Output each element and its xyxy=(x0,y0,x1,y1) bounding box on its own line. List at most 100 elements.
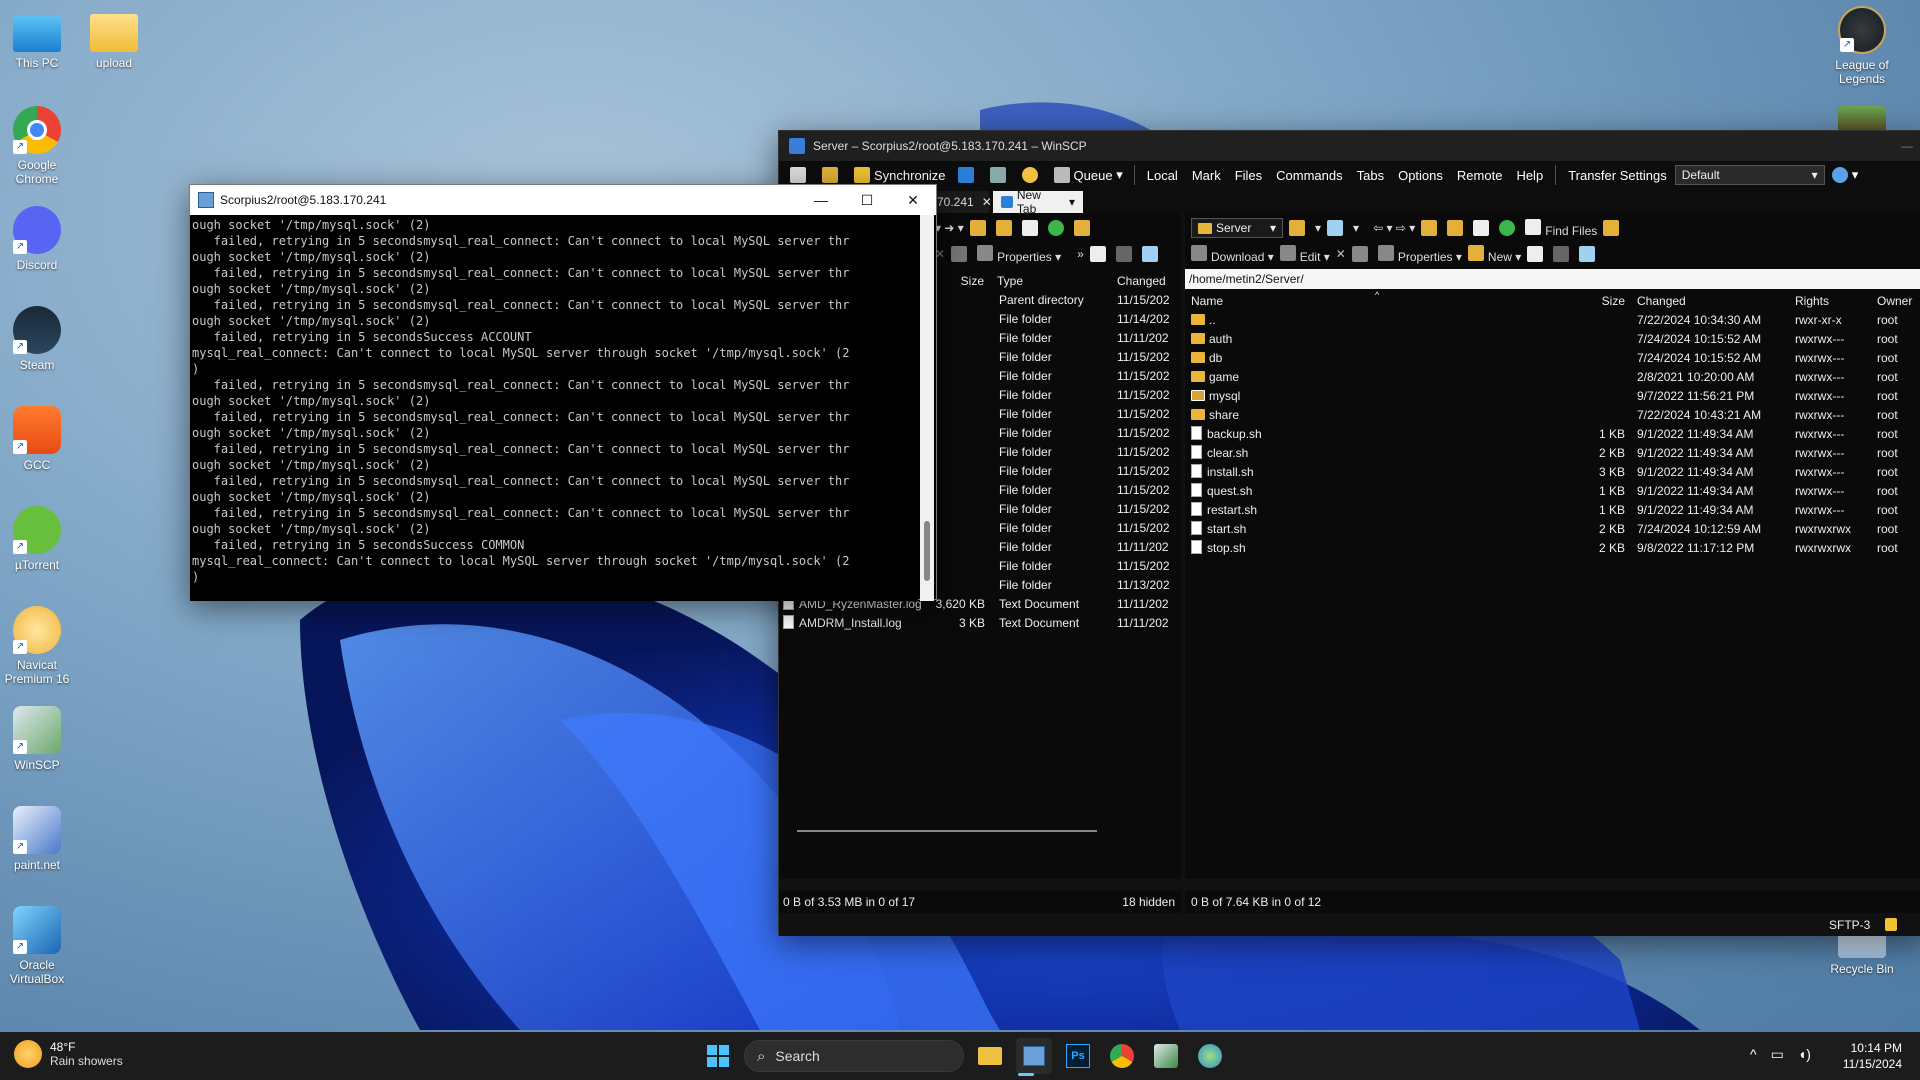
taskbar-file-explorer[interactable] xyxy=(972,1038,1008,1074)
menu-remote[interactable]: Remote xyxy=(1451,168,1509,183)
chevron-up-icon[interactable]: ^ xyxy=(1750,1046,1757,1063)
toolbar-button[interactable] xyxy=(985,164,1015,186)
refresh-icon[interactable] xyxy=(1047,220,1064,236)
queue-button[interactable]: Queue ▾ xyxy=(1049,164,1128,186)
delete-icon[interactable]: ✕ xyxy=(1336,247,1346,261)
menu-tabs[interactable]: Tabs xyxy=(1351,168,1390,183)
minimize-button[interactable]: — xyxy=(798,192,844,209)
desktop-icon-upload[interactable]: upload xyxy=(74,10,154,70)
remote-file-row[interactable]: start.sh 2 KB 7/24/2024 10:12:59 AM rwxrwxr… xyxy=(1185,520,1920,539)
remote-file-row[interactable]: stop.sh 2 KB 9/8/2022 11:17:12 PM rwxrwxrwx… xyxy=(1185,539,1920,558)
remote-properties-button[interactable]: Properties ▾ xyxy=(1377,244,1462,264)
refresh-icon[interactable] xyxy=(1499,220,1516,236)
remote-file-row[interactable]: install.sh 3 KB 9/1/2022 11:49:34 AM rwxrwx… xyxy=(1185,463,1920,482)
filter-icon[interactable] xyxy=(1327,220,1344,236)
tree-icon[interactable] xyxy=(1073,220,1090,236)
desktop-icon-gcc[interactable]: ↗ GCC xyxy=(0,406,77,472)
remote-file-row[interactable]: auth 7/24/2024 10:15:52 AM rwxrwx--- root xyxy=(1185,330,1920,349)
menu-files[interactable]: Files xyxy=(1229,168,1268,183)
remote-file-row[interactable]: clear.sh 2 KB 9/1/2022 11:49:34 AM rwxrwx--… xyxy=(1185,444,1920,463)
new-button[interactable]: New ▾ xyxy=(1467,244,1521,264)
col-owner[interactable]: Owner xyxy=(1877,291,1912,311)
select-icon[interactable] xyxy=(1553,246,1570,262)
lock-icon[interactable] xyxy=(1885,918,1897,931)
terminal-scrollbar[interactable] xyxy=(920,215,934,601)
col-changed[interactable]: Changed xyxy=(1637,291,1686,311)
root-dir-icon[interactable] xyxy=(1447,220,1464,236)
desktop-icon-utorrent[interactable]: ↗ µTorrent xyxy=(0,506,77,572)
taskbar-photoshop[interactable]: Ps xyxy=(1060,1038,1096,1074)
rename-icon[interactable] xyxy=(951,246,968,262)
taskbar-chrome[interactable] xyxy=(1104,1038,1140,1074)
edit-button[interactable]: Edit ▾ xyxy=(1279,244,1330,264)
transfer-settings-select[interactable]: Default ▾ xyxy=(1674,165,1825,185)
remote-file-row[interactable]: quest.sh 1 KB 9/1/2022 11:49:34 AM rwxrwx--… xyxy=(1185,482,1920,501)
tab-session[interactable]: 70.241 ✕ xyxy=(929,191,992,213)
back-icon[interactable]: ▾ ➜ ▾ xyxy=(935,221,964,235)
desktop-icon-this-pc[interactable]: This PC xyxy=(0,10,77,70)
tree-icon[interactable] xyxy=(1603,220,1620,236)
root-dir-icon[interactable] xyxy=(995,220,1012,236)
desktop-icon-steam[interactable]: ↗ Steam xyxy=(0,306,77,372)
winscp-titlebar[interactable]: Server – Scorpius2/root@5.183.170.241 – … xyxy=(779,131,1920,161)
desktop-icon-navicat[interactable]: ↗ Navicat Premium 16 xyxy=(0,606,77,686)
parent-dir-icon[interactable] xyxy=(1421,220,1438,236)
col-type[interactable]: Type xyxy=(997,271,1023,291)
col-rights[interactable]: Rights xyxy=(1795,291,1829,311)
taskbar-putty[interactable] xyxy=(1016,1038,1052,1074)
maximize-button[interactable]: ☐ xyxy=(844,192,890,209)
toolbar-button[interactable] xyxy=(953,164,983,186)
network-icon[interactable]: ▭ xyxy=(1771,1046,1784,1063)
col-changed[interactable]: Changed xyxy=(1117,271,1166,291)
putty-titlebar[interactable]: Scorpius2/root@5.183.170.241 — ☐ ✕ xyxy=(190,185,936,215)
new-icon[interactable] xyxy=(1089,246,1106,262)
tab-new[interactable]: New Tab ▾ xyxy=(993,188,1083,216)
desktop-icon-winscp[interactable]: ↗ WinSCP xyxy=(0,706,77,772)
remote-file-row[interactable]: game 2/8/2021 10:20:00 AM rwxrwx--- root xyxy=(1185,368,1920,387)
remote-file-row[interactable]: backup.sh 1 KB 9/1/2022 11:49:34 AM rwxrwx-… xyxy=(1185,425,1920,444)
close-icon[interactable]: ✕ xyxy=(982,195,992,209)
start-button[interactable] xyxy=(700,1038,736,1074)
parent-dir-icon[interactable] xyxy=(969,220,986,236)
desktop-icon-chrome[interactable]: ↗ Google Chrome xyxy=(0,106,77,186)
remote-file-row[interactable]: .. 7/22/2024 10:34:30 AM rwxr-xr-x root xyxy=(1185,311,1920,330)
open-folder-icon[interactable] xyxy=(1289,220,1305,236)
remote-file-row[interactable]: restart.sh 1 KB 9/1/2022 11:49:34 AM rwxrwx… xyxy=(1185,501,1920,520)
download-button[interactable]: Download ▾ xyxy=(1191,244,1274,264)
filter-icon[interactable] xyxy=(1141,246,1158,262)
local-properties-button[interactable]: Properties ▾ xyxy=(977,244,1061,264)
clock[interactable]: 10:14 PM 11/15/2024 xyxy=(1843,1040,1902,1072)
toolbar-button[interactable] xyxy=(785,164,815,186)
refresh-button[interactable]: ▾ xyxy=(1827,164,1864,186)
menu-local[interactable]: Local xyxy=(1141,168,1184,183)
terminal-output[interactable]: ough socket '/tmp/mysql.sock' (2) failed… xyxy=(190,215,918,601)
col-size[interactable]: Size xyxy=(1565,291,1625,311)
settings-button[interactable] xyxy=(1017,164,1047,186)
col-size[interactable]: Size xyxy=(929,271,984,291)
taskbar-app-globe[interactable] xyxy=(1192,1038,1228,1074)
select-icon[interactable] xyxy=(1115,246,1132,262)
weather-widget[interactable]: 48°F Rain showers xyxy=(14,1040,123,1068)
minimize-icon[interactable]: — xyxy=(1901,139,1913,153)
remote-path[interactable]: /home/metin2/Server/ xyxy=(1185,269,1920,289)
horizontal-scrollbar[interactable] xyxy=(797,830,1097,832)
taskbar-winscp[interactable] xyxy=(1148,1038,1184,1074)
desktop-icon-discord[interactable]: ↗ Discord xyxy=(0,206,77,272)
col-name[interactable]: Name xyxy=(1191,291,1223,311)
toolbar-button[interactable] xyxy=(817,164,847,186)
menu-help[interactable]: Help xyxy=(1510,168,1549,183)
remote-file-row[interactable]: mysql 9/7/2022 11:56:21 PM rwxrwx--- root xyxy=(1185,387,1920,406)
rename-icon[interactable] xyxy=(1351,246,1368,262)
close-button[interactable]: ✕ xyxy=(890,192,936,209)
desktop-icon-league[interactable]: ↗ League of Legends xyxy=(1822,6,1902,86)
add-icon[interactable] xyxy=(1527,246,1544,262)
remote-file-row[interactable]: db 7/24/2024 10:15:52 AM rwxrwx--- root xyxy=(1185,349,1920,368)
remote-directory-select[interactable]: Server ▾ xyxy=(1191,218,1283,238)
volume-icon[interactable]: ◖) xyxy=(1798,1046,1811,1063)
menu-mark[interactable]: Mark xyxy=(1186,168,1227,183)
home-icon[interactable] xyxy=(1473,220,1490,236)
taskbar-search[interactable]: ⌕ Search xyxy=(744,1040,964,1072)
remote-file-row[interactable]: share 7/22/2024 10:43:21 AM rwxrwx--- root xyxy=(1185,406,1920,425)
local-file-row[interactable]: AMDRM_Install.log 3 KB Text Document 11/11/… xyxy=(783,614,1179,633)
menu-commands[interactable]: Commands xyxy=(1270,168,1348,183)
